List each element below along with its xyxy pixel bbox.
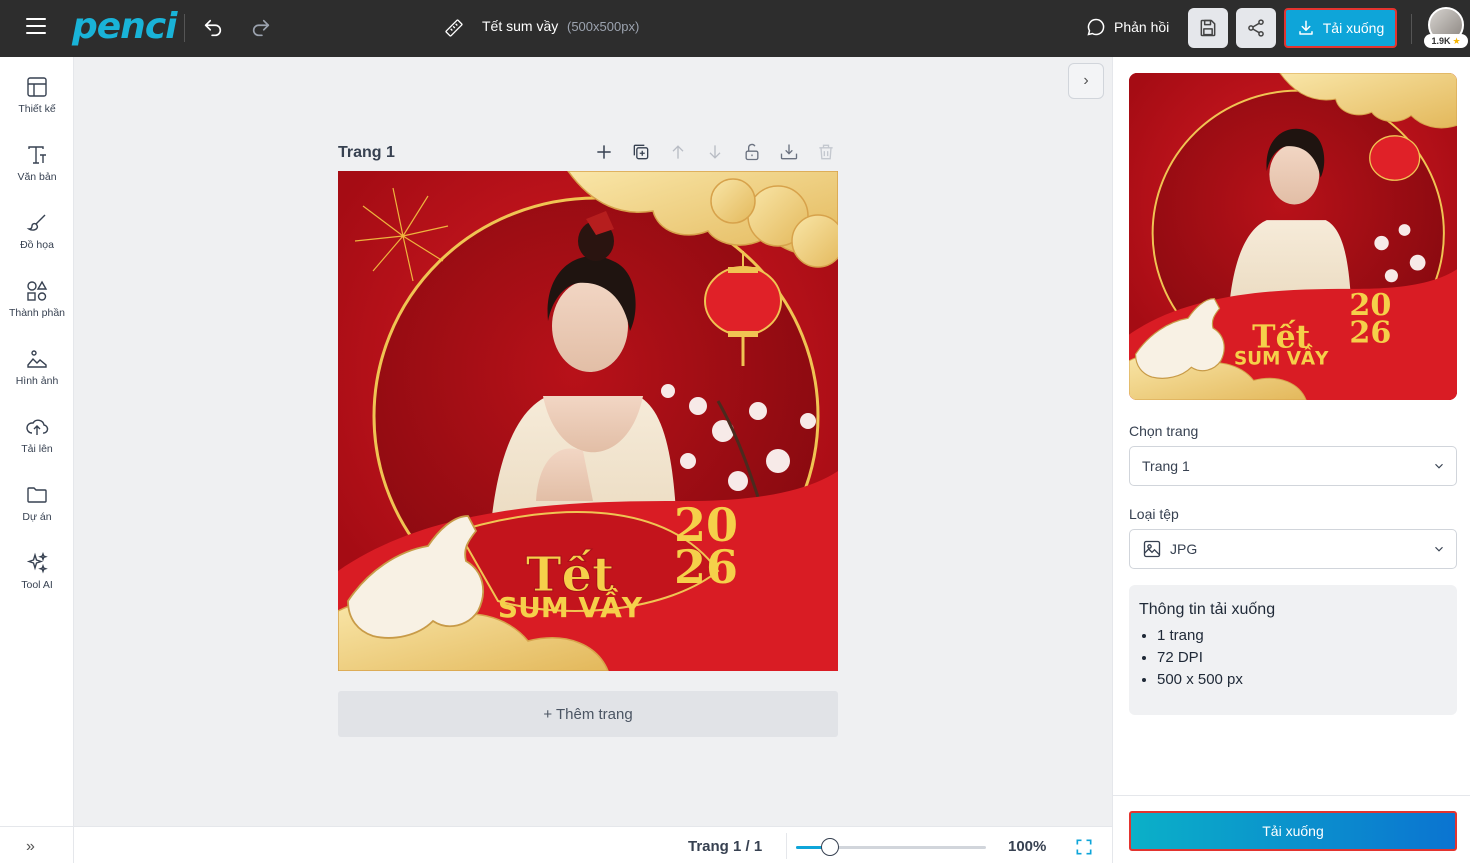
avatar-badge-count: 1.9K — [1431, 36, 1451, 46]
sidebar-item-label: Tool AI — [21, 579, 53, 591]
sidebar-item-label: Hình ảnh — [15, 375, 59, 387]
sidebar-item-label: Thiết kế — [18, 103, 56, 115]
preview-subtitle: SUM VẦY — [1234, 346, 1329, 370]
download-page-icon[interactable] — [779, 142, 799, 162]
undo-icon[interactable] — [202, 17, 224, 39]
brush-icon — [26, 214, 46, 231]
file-type-label: Loại tệp — [1129, 506, 1179, 522]
sidebar-item-label: Văn bản — [17, 171, 57, 183]
delete-page-icon[interactable] — [816, 142, 836, 162]
list-item: 1 trang — [1157, 627, 1447, 644]
save-icon — [1200, 19, 1216, 37]
zoom-slider-handle[interactable] — [821, 838, 840, 856]
share-button[interactable] — [1236, 8, 1276, 48]
download-panel: Tết SUM VẦY 20 26 Chọn trang Trang 1 Loạ… — [1112, 57, 1470, 863]
design-subtitle: SUM VẦY — [498, 587, 643, 624]
image-icon — [27, 350, 47, 368]
expand-sidebar-icon[interactable]: » — [26, 838, 35, 856]
chat-bubble-icon — [1087, 18, 1105, 36]
sidebar-item-text[interactable]: Văn bản — [0, 143, 74, 203]
shapes-icon — [27, 280, 48, 301]
choose-page-select[interactable]: Trang 1 — [1129, 446, 1457, 486]
document-title[interactable]: Tết sum vầy — [482, 18, 558, 34]
duplicate-page-icon[interactable] — [631, 142, 651, 162]
page-count: Trang 1 / 1 — [688, 838, 763, 855]
ruler-icon[interactable] — [444, 18, 464, 38]
sidebar-item-upload[interactable]: Tải lên — [0, 415, 74, 475]
sidebar-item-label: Tải lên — [21, 443, 53, 455]
sparkle-icon — [26, 551, 48, 574]
sidebar-item-graphics[interactable]: Đồ họa — [0, 211, 74, 271]
unlock-icon[interactable] — [742, 142, 762, 162]
list-item: 72 DPI — [1157, 649, 1447, 666]
move-down-icon[interactable] — [705, 142, 725, 162]
download-info-list: 1 trang 72 DPI 500 x 500 px — [1139, 627, 1447, 688]
sidebar-item-tool-ai[interactable]: Tool AI — [0, 551, 74, 611]
folder-icon — [27, 487, 47, 503]
bottom-bar: Trang 1 / 1 100% — [74, 826, 1112, 863]
upload-icon — [26, 419, 49, 435]
file-type-select[interactable]: JPG — [1129, 529, 1457, 569]
share-icon — [1248, 19, 1264, 37]
sidebar-item-label: Đồ họa — [20, 239, 54, 251]
design-preview: Tết SUM VẦY 20 26 — [1129, 73, 1457, 400]
choose-page-label: Chọn trang — [1129, 423, 1199, 439]
feedback-button[interactable]: Phản hồi — [1086, 17, 1169, 37]
chevron-right-icon: › — [1083, 72, 1089, 89]
star-icon: ★ — [1452, 35, 1461, 46]
add-page-button[interactable]: + Thêm trang — [338, 691, 838, 737]
fullscreen-icon[interactable] — [1074, 837, 1094, 857]
logo[interactable]: penci — [72, 6, 177, 47]
sidebar-item-design[interactable]: Thiết kế — [0, 75, 74, 135]
file-type-value: JPG — [1170, 541, 1198, 557]
top-bar: penci Tết sum vầy (500x500px) Phản hồi T… — [0, 0, 1470, 57]
download-info-title: Thông tin tải xuống — [1139, 601, 1276, 618]
sidebar-item-projects[interactable]: Dự án — [0, 483, 74, 543]
sidebar-item-elements[interactable]: Thành phần — [0, 279, 74, 339]
divider — [184, 14, 185, 42]
page-toolbar — [594, 142, 836, 162]
avatar-badge: 1.9K ★ — [1424, 34, 1468, 48]
download-info: Thông tin tải xuống 1 trang 72 DPI 500 x… — [1129, 585, 1457, 715]
download-button[interactable]: Tải xuống — [1284, 8, 1397, 48]
divider — [1113, 795, 1470, 796]
image-file-icon — [1143, 540, 1161, 558]
zoom-value: 100% — [1008, 838, 1047, 855]
choose-page-value: Trang 1 — [1142, 458, 1190, 474]
text-icon — [28, 146, 46, 164]
layout-icon — [27, 77, 47, 97]
menu-icon[interactable] — [26, 18, 46, 38]
left-sidebar: Thiết kế Văn bản Đồ họa Thành phần Hình … — [0, 57, 74, 863]
download-icon — [1299, 20, 1313, 35]
redo-icon[interactable] — [250, 17, 272, 39]
chevron-down-icon — [1435, 463, 1443, 469]
sidebar-item-label: Dự án — [22, 511, 52, 523]
collapse-panel-button[interactable]: › — [1068, 63, 1104, 99]
divider — [0, 826, 74, 827]
design-artwork: Tết SUM VẦY 20 26 — [338, 171, 838, 671]
divider — [1411, 14, 1412, 44]
download-label: Tải xuống — [1322, 20, 1385, 36]
save-button[interactable] — [1188, 8, 1228, 48]
design-year-bottom: 26 — [674, 540, 738, 594]
divider — [786, 833, 787, 859]
sidebar-item-label: Thành phần — [8, 307, 66, 319]
download-confirm-button[interactable]: Tải xuống — [1129, 811, 1457, 851]
chevron-down-icon — [1435, 546, 1443, 552]
document-size: (500x500px) — [567, 19, 640, 34]
design-canvas[interactable]: Tết SUM VẦY 20 26 — [338, 171, 838, 671]
page-title: Trang 1 — [338, 144, 395, 161]
add-page-icon[interactable] — [594, 142, 614, 162]
sidebar-item-images[interactable]: Hình ảnh — [0, 347, 74, 407]
feedback-label: Phản hồi — [1114, 19, 1170, 35]
preview-artwork: Tết SUM VẦY 20 26 — [1129, 73, 1457, 400]
list-item: 500 x 500 px — [1157, 671, 1447, 688]
move-up-icon[interactable] — [668, 142, 688, 162]
preview-year-bottom: 26 — [1349, 315, 1391, 350]
